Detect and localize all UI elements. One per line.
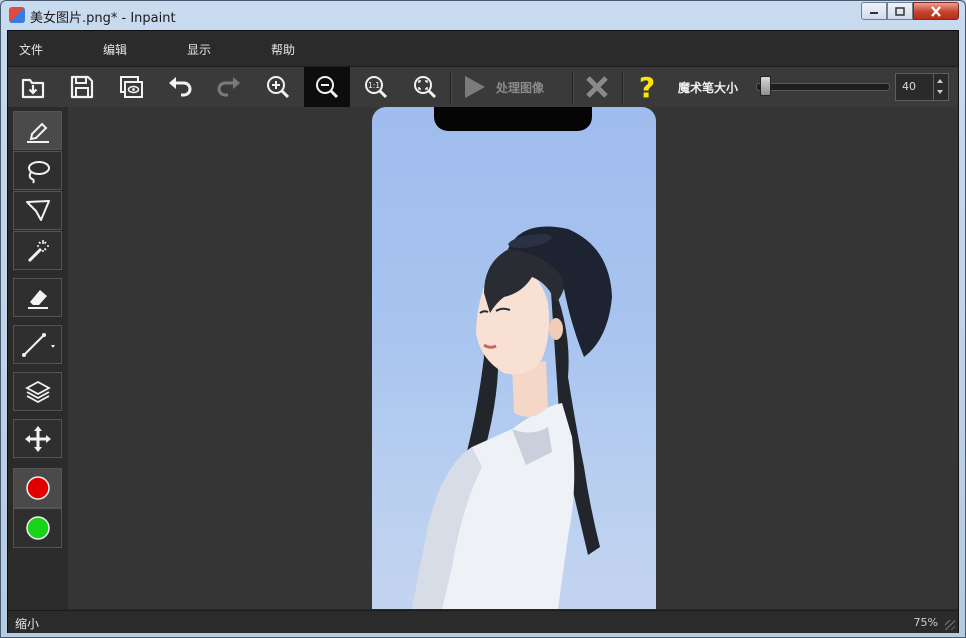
eraser-icon xyxy=(27,289,48,309)
line-tool-button[interactable] xyxy=(13,325,62,364)
close-button[interactable] xyxy=(913,2,959,20)
move-tool-button[interactable] xyxy=(13,419,62,458)
status-bar: 缩小 75% xyxy=(8,610,958,633)
brush-size-slider-thumb[interactable] xyxy=(760,76,771,96)
open-file-icon xyxy=(21,78,45,99)
cancel-button[interactable] xyxy=(574,67,620,107)
save-icon xyxy=(70,75,94,99)
window-controls xyxy=(861,2,959,21)
save-as-button[interactable] xyxy=(108,67,154,107)
maximize-icon xyxy=(895,6,905,16)
redo-button[interactable] xyxy=(206,67,252,107)
polygonal-lasso-icon xyxy=(25,199,50,221)
zoom-out-icon xyxy=(316,76,339,99)
photo-image[interactable] xyxy=(372,107,656,609)
redo-icon xyxy=(217,77,240,97)
polygonal-lasso-tool-button[interactable] xyxy=(13,191,62,230)
undo-button[interactable] xyxy=(157,67,203,107)
zoom-in-icon xyxy=(267,76,290,99)
zoom-level: 75% xyxy=(913,616,938,629)
help-button[interactable]: ? xyxy=(624,67,670,107)
play-icon xyxy=(465,76,485,98)
minimize-icon xyxy=(870,12,878,14)
spin-arrows xyxy=(933,74,948,100)
spin-up-icon[interactable] xyxy=(937,79,943,83)
magic-wand-tool-button[interactable] xyxy=(13,231,62,270)
menu-help[interactable]: 帮助 xyxy=(271,41,295,58)
brush-size-value: 40 xyxy=(902,80,916,93)
resize-grip-icon[interactable] xyxy=(945,620,955,630)
lasso-icon xyxy=(27,160,50,184)
image-canvas[interactable] xyxy=(68,107,958,609)
brush-size-slider[interactable] xyxy=(756,83,890,91)
eraser-tool-button[interactable] xyxy=(13,278,62,317)
main-toolbar: 1:1 处理图像 ? 魔术笔大小 40 xyxy=(8,66,958,108)
line-tool-icon xyxy=(21,332,55,357)
undo-icon xyxy=(169,77,192,97)
minimize-button[interactable] xyxy=(861,2,887,20)
process-image-label: 处理图像 xyxy=(496,80,545,95)
close-icon xyxy=(931,5,941,17)
layers-icon xyxy=(24,380,51,403)
help-question-icon: ? xyxy=(639,72,655,102)
menu-file[interactable]: 文件 xyxy=(19,41,43,58)
actual-size-button[interactable]: 1:1 xyxy=(353,67,399,107)
marker-icon xyxy=(26,122,49,143)
title-bar[interactable]: 美女图片.png* - Inpaint xyxy=(1,1,965,30)
green-marker-color-button[interactable] xyxy=(13,508,62,548)
cancel-x-icon xyxy=(586,76,608,98)
photo-content xyxy=(412,226,612,609)
red-circle-icon xyxy=(25,476,50,500)
window-title: 美女图片.png* - Inpaint xyxy=(30,11,176,26)
brush-size-label: 魔术笔大小 xyxy=(678,81,739,95)
layers-tool-button[interactable] xyxy=(13,372,62,411)
app-client-area: 文件 编辑 显示 帮助 1:1 处理图像 ? 魔术笔大小 40 缩小 75% xyxy=(7,30,959,633)
save-button[interactable] xyxy=(59,67,105,107)
fit-to-window-icon xyxy=(414,76,437,99)
process-image-button[interactable]: 处理图像 xyxy=(452,67,570,107)
svg-text:1:1: 1:1 xyxy=(368,81,380,90)
lasso-tool-button[interactable] xyxy=(13,151,62,190)
spin-down-icon[interactable] xyxy=(937,90,943,94)
phone-notch xyxy=(434,107,592,131)
fit-to-window-button[interactable] xyxy=(402,67,448,107)
zoom-out-button[interactable] xyxy=(304,67,350,107)
menu-bar: 文件 编辑 显示 帮助 xyxy=(8,31,958,64)
save-as-icon xyxy=(120,76,143,98)
tool-panel xyxy=(8,107,68,609)
brush-size-spinbox[interactable]: 40 xyxy=(895,73,949,101)
marker-tool-button[interactable] xyxy=(13,111,62,150)
zoom-in-button[interactable] xyxy=(255,67,301,107)
menu-edit[interactable]: 编辑 xyxy=(103,41,127,58)
app-window: 美女图片.png* - Inpaint 文件 编辑 显示 帮助 1:1 处理图像… xyxy=(0,0,966,638)
maximize-button[interactable] xyxy=(887,2,913,20)
svg-text:?: ? xyxy=(639,72,655,102)
magic-wand-icon xyxy=(27,239,49,262)
actual-size-icon: 1:1 xyxy=(365,76,388,99)
status-message: 缩小 xyxy=(15,617,40,631)
red-marker-color-button[interactable] xyxy=(13,468,62,508)
move-icon xyxy=(24,425,51,452)
menu-view[interactable]: 显示 xyxy=(187,41,211,58)
open-file-button[interactable] xyxy=(10,67,56,107)
green-circle-icon xyxy=(25,516,50,540)
inpaint-app-icon xyxy=(9,7,25,23)
